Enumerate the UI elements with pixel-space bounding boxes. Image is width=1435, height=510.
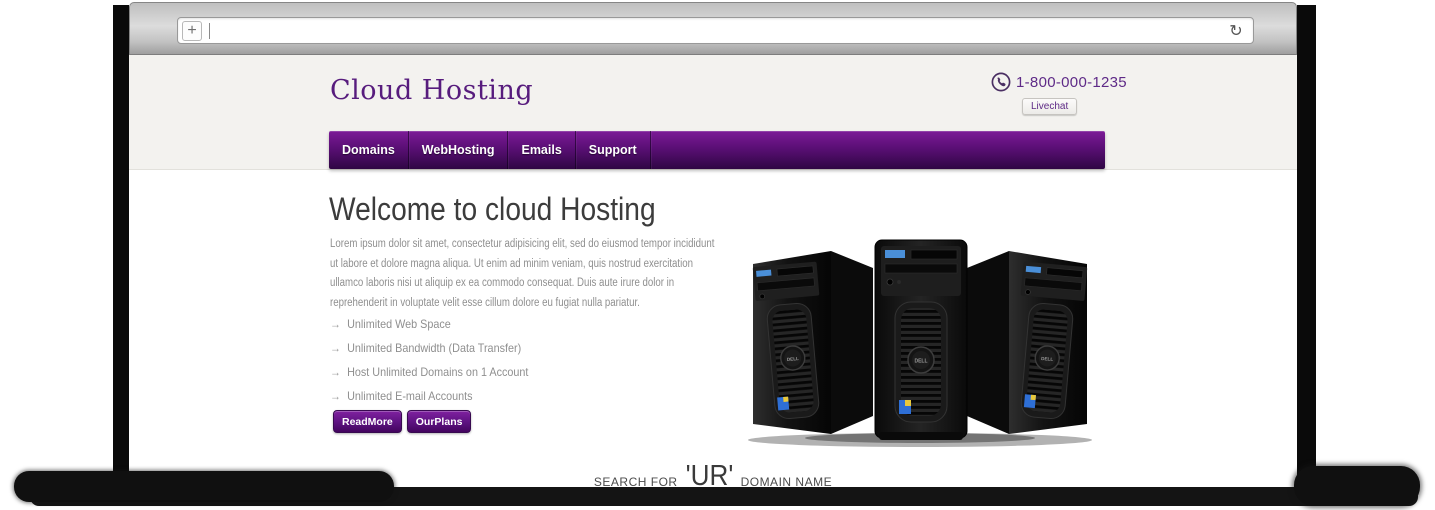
svg-text:DELL: DELL — [1041, 356, 1054, 362]
refresh-icon[interactable]: ↻ — [1223, 21, 1249, 41]
svg-text:DELL: DELL — [787, 356, 800, 362]
server-towers-image: DELL DELL — [745, 238, 1095, 448]
feature-item: → Unlimited Web Space — [330, 317, 528, 331]
window-shadow-right — [1297, 5, 1316, 481]
cta-row: ReadMore OurPlans — [333, 410, 471, 433]
phone-icon — [991, 72, 1011, 92]
window-shadow-left — [113, 5, 129, 483]
phone-row: 1-800-000-1235 — [991, 72, 1127, 92]
mockup-shadow-left — [14, 471, 394, 502]
arrow-icon: → — [330, 317, 341, 331]
browser-chrome: + ↻ — [129, 2, 1297, 55]
arrow-icon: → — [330, 341, 341, 355]
arrow-icon: → — [330, 389, 341, 403]
new-tab-button[interactable]: + — [182, 21, 202, 41]
svg-text:DELL: DELL — [914, 359, 927, 365]
intro-paragraph: Lorem ipsum dolor sit amet, consectetur … — [330, 235, 725, 313]
screenshot-root: + ↻ Cloud Hosting 1-800-000-1235 Livecha… — [0, 0, 1435, 510]
phone-number: 1-800-000-1235 — [1016, 74, 1127, 91]
feature-label: Unlimited Bandwidth (Data Transfer) — [347, 341, 521, 355]
feature-item: → Unlimited E-mail Accounts — [330, 389, 528, 403]
nav-item-webhosting[interactable]: WebHosting — [409, 131, 509, 169]
main-nav: Domains WebHosting Emails Support — [329, 131, 1105, 169]
readmore-button[interactable]: ReadMore — [333, 410, 402, 433]
feature-label: Unlimited E-mail Accounts — [347, 389, 472, 403]
feature-list: → Unlimited Web Space → Unlimited Bandwi… — [330, 317, 550, 413]
nav-item-domains[interactable]: Domains — [329, 131, 409, 169]
livechat-button[interactable]: Livechat — [1022, 98, 1077, 115]
page-title: Welcome to cloud Hosting — [329, 191, 656, 228]
webpage: Cloud Hosting 1-800-000-1235 Livechat Do… — [129, 55, 1297, 510]
site-logo[interactable]: Cloud Hosting — [330, 75, 533, 106]
ourplans-button[interactable]: OurPlans — [407, 410, 472, 433]
nav-item-support[interactable]: Support — [576, 131, 651, 169]
address-bar[interactable]: + ↻ — [177, 17, 1254, 44]
mockup-shadow-right — [1294, 466, 1420, 506]
feature-item: → Host Unlimited Domains on 1 Account — [330, 365, 528, 379]
text-cursor — [209, 23, 210, 39]
feature-label: Host Unlimited Domains on 1 Account — [347, 365, 528, 379]
feature-item: → Unlimited Bandwidth (Data Transfer) — [330, 341, 528, 355]
feature-label: Unlimited Web Space — [347, 317, 451, 331]
arrow-icon: → — [330, 365, 341, 379]
nav-item-emails[interactable]: Emails — [508, 131, 575, 169]
